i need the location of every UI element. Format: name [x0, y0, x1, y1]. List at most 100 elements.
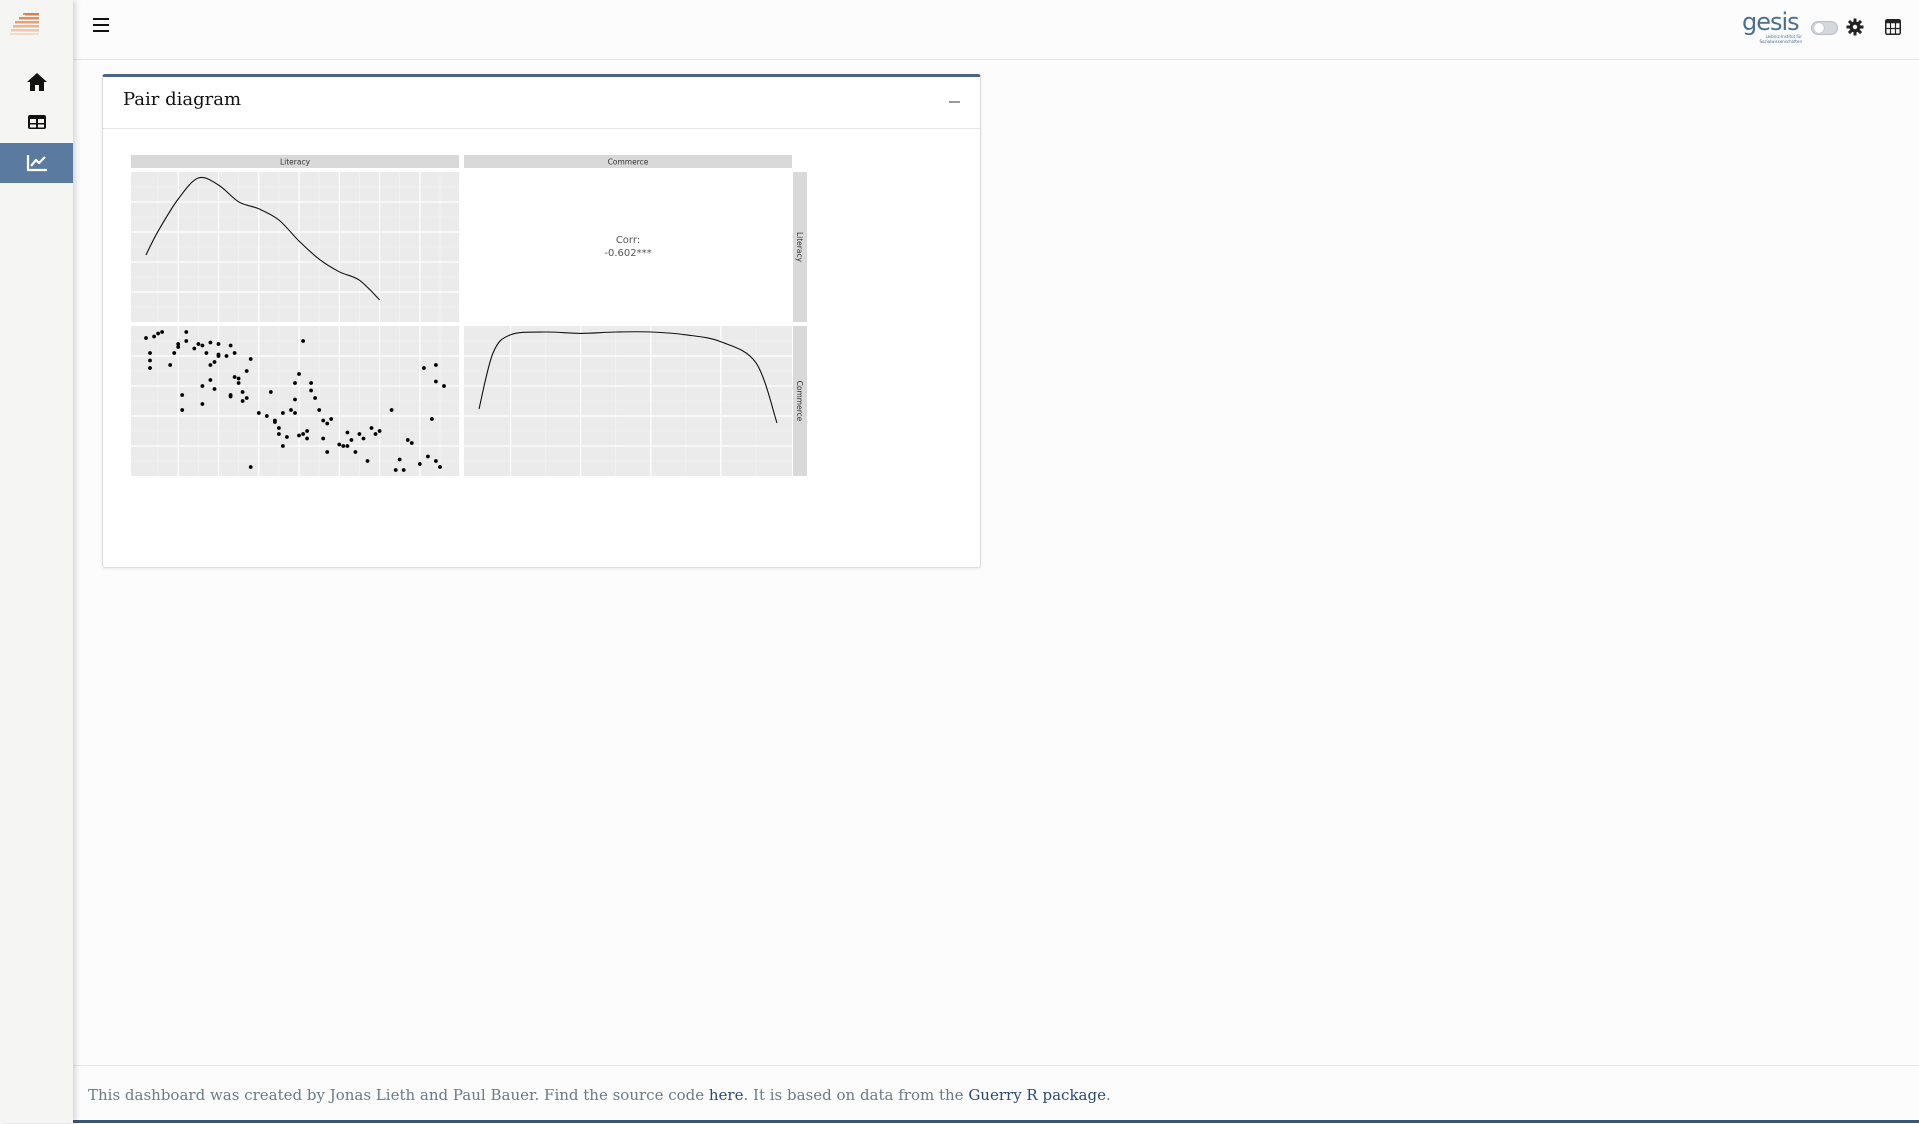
scatter-point: [281, 444, 285, 448]
scatter-point: [152, 334, 156, 339]
scatter-point: [329, 417, 334, 421]
scatter-point: [240, 390, 245, 394]
scatter-point: [325, 450, 330, 454]
gesis-logo-text: gesis: [1742, 8, 1800, 36]
line-chart-icon: [26, 155, 47, 172]
scatter-point: [212, 360, 217, 364]
scatter-point: [422, 366, 426, 370]
app-logo[interactable]: [0, 0, 73, 55]
scatter-point: [442, 384, 446, 388]
scatter-point: [365, 459, 370, 463]
scatter-point: [277, 426, 281, 430]
pair-chart-svg: Literacy Commerce Literacy Commerce Corr: -0.…: [131, 155, 807, 476]
scatter-point: [244, 369, 249, 373]
nav-table[interactable]: [0, 102, 73, 142]
scatter-point: [208, 340, 213, 345]
scatter-point: [184, 339, 189, 343]
scatter-point: [196, 342, 201, 346]
grid-table-icon[interactable]: [1885, 19, 1901, 35]
scatter-point: [228, 394, 233, 399]
scatter-point: [208, 363, 213, 367]
scatter-point: [240, 399, 245, 403]
collapse-button[interactable]: [948, 93, 962, 107]
scatter-point: [401, 468, 406, 472]
scatter-point: [232, 375, 237, 379]
scatter-point: [397, 457, 402, 462]
menu-toggle-icon[interactable]: [93, 18, 109, 34]
scatter-point: [345, 444, 350, 448]
scatter-point: [357, 432, 362, 436]
pair-chart: Literacy Commerce Literacy Commerce Corr: -0.…: [129, 155, 963, 550]
scatter-point: [293, 381, 297, 385]
gesis-logo[interactable]: gesis Leibniz-Institut für Sozialwissens…: [1742, 10, 1802, 46]
dark-mode-toggle[interactable]: [1811, 21, 1838, 35]
scatter-point: [434, 459, 438, 463]
scatter-point: [224, 354, 229, 358]
scatter-point: [313, 396, 317, 400]
scatter-point: [148, 351, 152, 355]
scatter-point: [373, 432, 378, 436]
scatter-point: [301, 432, 305, 436]
sidebar: [0, 0, 73, 1123]
scatter-point: [216, 342, 221, 346]
scatter-point: [200, 384, 205, 388]
scatter-point: [341, 444, 346, 448]
scatter-point: [434, 363, 438, 367]
scatter-point: [301, 339, 305, 343]
pair-diagram-card: Pair diagram Literacy Commerce Literacy Com…: [102, 74, 981, 568]
nav-home[interactable]: [0, 62, 73, 102]
scatter-point: [297, 372, 301, 376]
strip-right-label-commerce: Commerce: [795, 381, 804, 422]
scatter-point: [289, 408, 293, 412]
scatter-point: [293, 411, 297, 415]
scatter-point: [297, 433, 301, 438]
scatter-point: [305, 429, 309, 433]
strip-right-label-literacy: Literacy: [795, 232, 804, 263]
scatter-point: [180, 393, 185, 397]
correlation-panel: [464, 172, 792, 322]
scatter-point: [377, 429, 382, 433]
card-header: Pair diagram: [103, 77, 980, 129]
scatter-point: [236, 376, 241, 381]
scatter-point: [160, 330, 164, 334]
scatter-point: [148, 366, 152, 370]
scatter-point: [180, 408, 185, 412]
scatter-point: [405, 438, 410, 442]
scatter-point: [434, 379, 438, 384]
scatter-point: [208, 378, 213, 382]
scatter-point: [426, 454, 430, 459]
scatter-point: [353, 450, 358, 454]
scatter-point: [232, 351, 237, 355]
scatter-point: [212, 387, 217, 391]
scatter-point: [264, 414, 269, 418]
scatter-point: [200, 343, 205, 348]
scatter-point: [148, 358, 152, 363]
gear-icon[interactable]: [1846, 18, 1864, 36]
nav-charts[interactable]: [0, 143, 73, 183]
scatter-point: [309, 381, 313, 385]
scatter-point: [393, 468, 398, 472]
header: gesis Leibniz-Institut für Sozialwissens…: [73, 0, 1919, 60]
scatter-point: [200, 402, 205, 406]
scatter-point: [244, 396, 249, 400]
scatter-point: [285, 435, 289, 439]
scatter-point: [277, 432, 281, 436]
home-icon: [26, 73, 47, 91]
scatter-point: [430, 417, 434, 421]
scatter-point: [317, 408, 322, 412]
scatter-point: [172, 351, 177, 355]
scatter-point: [216, 354, 221, 358]
source-code-link[interactable]: here: [709, 1086, 744, 1104]
scatter-point: [349, 438, 354, 442]
scatter-point: [144, 336, 148, 340]
scatter-point: [321, 436, 326, 441]
scatter-point: [369, 426, 374, 430]
scatter-point: [256, 411, 261, 415]
scatter-point: [228, 343, 233, 348]
correlation-label: Corr:: [616, 235, 640, 246]
footer: This dashboard was created by Jonas Liet…: [73, 1065, 1919, 1124]
guerry-package-link[interactable]: Guerry R package: [968, 1086, 1106, 1104]
scatter-point: [184, 330, 189, 334]
scatter-point: [417, 462, 422, 466]
scatter-point: [305, 436, 309, 441]
